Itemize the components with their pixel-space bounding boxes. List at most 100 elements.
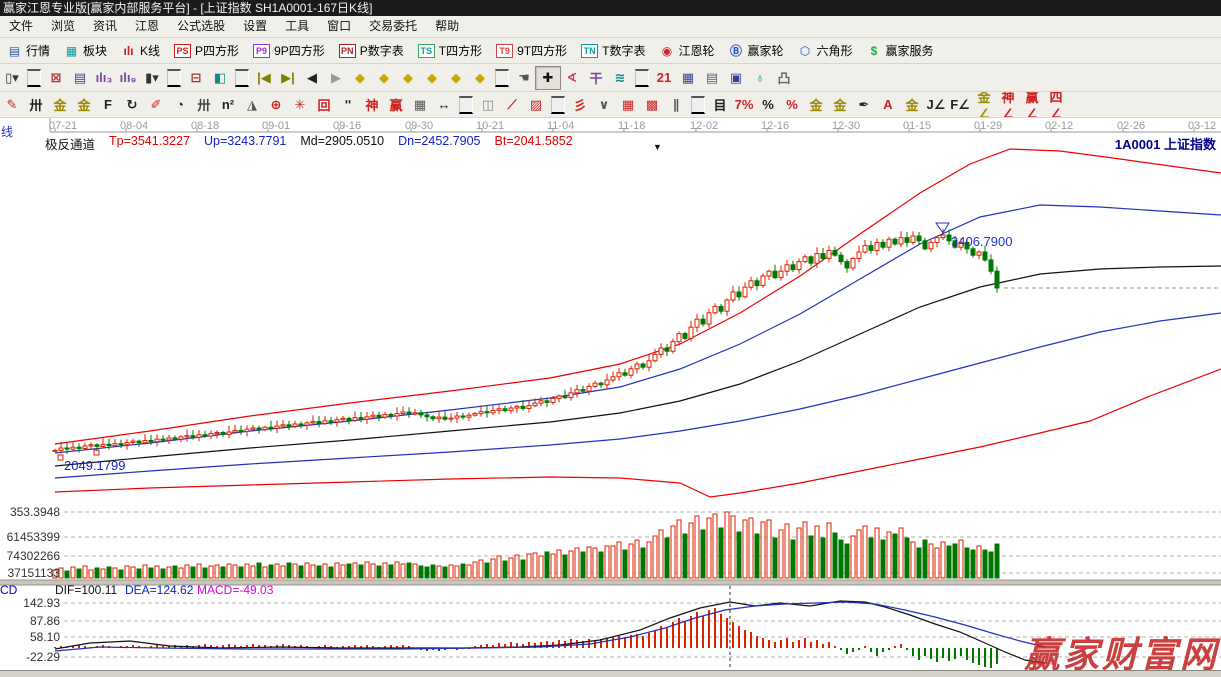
volume-profile-button[interactable]: ◧ — [208, 67, 232, 89]
side-tab-kline[interactable]: 线 — [1, 126, 15, 139]
period-selector[interactable]: ▯▾ — [0, 67, 24, 89]
menu-item[interactable]: 窗口 — [318, 16, 360, 37]
first-bar-button[interactable]: |◀ — [252, 67, 276, 89]
v-wave-tool[interactable]: ∨ — [592, 94, 616, 116]
ray-fan-tool[interactable]: ⟋ — [500, 94, 524, 116]
winner-service-button[interactable]: $ 赢家服务 — [860, 40, 941, 61]
print-button[interactable]: 凸 — [772, 67, 796, 89]
gold-ruler2-tool[interactable]: 金 — [72, 94, 96, 116]
price-scale-tool[interactable]: 目 — [708, 94, 732, 116]
marker-pen-tool[interactable]: ✐ — [144, 94, 168, 116]
percent-retrace-tool[interactable]: 7% — [732, 94, 756, 116]
quote-mark-tool[interactable]: ʹʹ — [336, 94, 360, 116]
info-button[interactable]: ▤ — [68, 67, 92, 89]
grid-ruler-tool[interactable]: ▦ — [408, 94, 432, 116]
tick-ruler-tool[interactable]: 卅 — [192, 94, 216, 116]
p9-square-button[interactable]: P9 9P四方形 — [246, 40, 332, 61]
t-number-button[interactable]: TN T数字表 — [574, 40, 652, 61]
f-ruler-tool[interactable]: F — [96, 94, 120, 116]
hexagon-button[interactable]: ⬡ 六角形 — [791, 40, 860, 61]
a-wave-tool[interactable]: A — [876, 94, 900, 116]
door-grid-tool[interactable]: ◫ — [476, 94, 500, 116]
flag-tool[interactable]: ◮ — [240, 94, 264, 116]
menu-item[interactable]: 浏览 — [42, 16, 84, 37]
indicator-name[interactable]: 极反通道 — [45, 134, 95, 153]
macd-indicator-name[interactable]: CD — [0, 583, 55, 597]
red-grid-tool[interactable]: ▦ — [616, 94, 640, 116]
shrink-h-button[interactable]: ◆ — [420, 67, 444, 89]
menu-item[interactable]: 江恩 — [126, 16, 168, 37]
save-button[interactable]: ▣ — [724, 67, 748, 89]
menu-item[interactable]: 交易委托 — [360, 16, 426, 37]
crosshair-button[interactable]: ✚ — [536, 67, 560, 89]
shen-angle-tool[interactable]: 神∠ — [996, 94, 1020, 116]
ying-angle-tool[interactable]: 赢∠ — [1020, 94, 1044, 116]
ying-ruler-tool[interactable]: 赢 — [384, 94, 408, 116]
next-bar-button[interactable]: ▶ — [324, 67, 348, 89]
web-grid-tool[interactable]: ✳ — [288, 94, 312, 116]
expand-all-button[interactable]: ◆ — [468, 67, 492, 89]
winner-wheel-button[interactable]: Ⓑ 赢家轮 — [721, 40, 790, 61]
menu-item[interactable]: 资讯 — [84, 16, 126, 37]
time-cycle-tool[interactable]: ◔ — [168, 94, 192, 116]
parallel-lines-tool[interactable]: ∥ — [664, 94, 688, 116]
percent-tool[interactable]: % — [756, 94, 780, 116]
twin-kline-button[interactable]: ⊟ — [184, 67, 208, 89]
wave-button[interactable]: ≋ — [608, 67, 632, 89]
net-button[interactable]: ♁ — [748, 67, 772, 89]
main-chart-area[interactable]: 线 07-2108-0408-1809-0109-1609-3010-2111-… — [0, 118, 1221, 670]
gold-angle-tool[interactable]: 金∠ — [972, 94, 996, 116]
width-arrow-tool[interactable]: ↔ — [432, 94, 456, 116]
angle-measure-button[interactable]: ∢ — [560, 67, 584, 89]
sectors-button[interactable]: ▦ 板块 — [57, 40, 114, 61]
p-number-button[interactable]: PN P数字表 — [332, 40, 411, 61]
menu-item[interactable]: 设置 — [234, 16, 276, 37]
gann-fan-circle-tool[interactable]: ⊕ — [264, 94, 288, 116]
percent-lines-tool[interactable]: % — [780, 94, 804, 116]
zoom-left-button[interactable]: ◆ — [348, 67, 372, 89]
multi-fan-tool[interactable]: 彡 — [568, 94, 592, 116]
candle-period-button[interactable]: ▮▾ — [140, 67, 164, 89]
hand-tool-button[interactable]: ☚ — [512, 67, 536, 89]
kline-button[interactable]: ılı K线 — [114, 40, 167, 61]
ruler-tool[interactable]: 卅 — [24, 94, 48, 116]
four-angle-tool[interactable]: 四∠ — [1044, 94, 1068, 116]
menu-item[interactable]: 文件 — [0, 16, 42, 37]
spiral-tool[interactable]: ↻ — [120, 94, 144, 116]
button-glyph: 金 — [905, 95, 918, 114]
box-fan-tool[interactable]: ▨ — [524, 94, 548, 116]
square-spiral-tool[interactable]: 回 — [312, 94, 336, 116]
shrink-v-button[interactable]: ◆ — [444, 67, 468, 89]
shen-ruler-tool[interactable]: 神 — [360, 94, 384, 116]
gann-wheel-button[interactable]: ◉ 江恩轮 — [652, 40, 721, 61]
gann-grid-button[interactable]: 干 — [584, 67, 608, 89]
p-square-button[interactable]: PS P四方形 — [167, 40, 246, 61]
gold-line2-tool[interactable]: 金 — [900, 94, 924, 116]
pencil-tool[interactable]: ✎ — [0, 94, 24, 116]
expand-h-button[interactable]: ◆ — [396, 67, 420, 89]
j-angle-tool[interactable]: J∠ — [924, 94, 948, 116]
t9-square-button[interactable]: T9 9T四方形 — [489, 40, 574, 61]
stock-filter-button[interactable]: ⊠ — [44, 67, 68, 89]
t-square-button[interactable]: TS T四方形 — [411, 40, 489, 61]
menu-item[interactable]: 工具 — [276, 16, 318, 37]
calculator-button[interactable]: ▦ — [676, 67, 700, 89]
n2-ruler-tool[interactable]: n² — [216, 94, 240, 116]
red-grid2-tool[interactable]: ▩ — [640, 94, 664, 116]
prev-bar-button[interactable]: ◀ — [300, 67, 324, 89]
gold-ruler-tool[interactable]: 金 — [48, 94, 72, 116]
f-angle-tool[interactable]: F∠ — [948, 94, 972, 116]
notes-button[interactable]: ▤ — [700, 67, 724, 89]
zoom-right-button[interactable]: ◆ — [372, 67, 396, 89]
indicator-dropdown-arrow[interactable]: ▼ — [653, 142, 662, 152]
bars9-button[interactable]: ılı₉ — [116, 67, 140, 89]
calendar-button[interactable]: 21 — [652, 67, 676, 89]
menu-item[interactable]: 帮助 — [426, 16, 468, 37]
gold-circle-tool[interactable]: 金 — [804, 94, 828, 116]
ink-pen-tool[interactable]: ✒ — [852, 94, 876, 116]
gold-lines-tool[interactable]: 金 — [828, 94, 852, 116]
menu-item[interactable]: 公式选股 — [168, 16, 234, 37]
bars3-button[interactable]: ılı₃ — [92, 67, 116, 89]
last-bar-button[interactable]: ▶| — [276, 67, 300, 89]
quotes-button[interactable]: ▤ 行情 — [0, 40, 57, 61]
